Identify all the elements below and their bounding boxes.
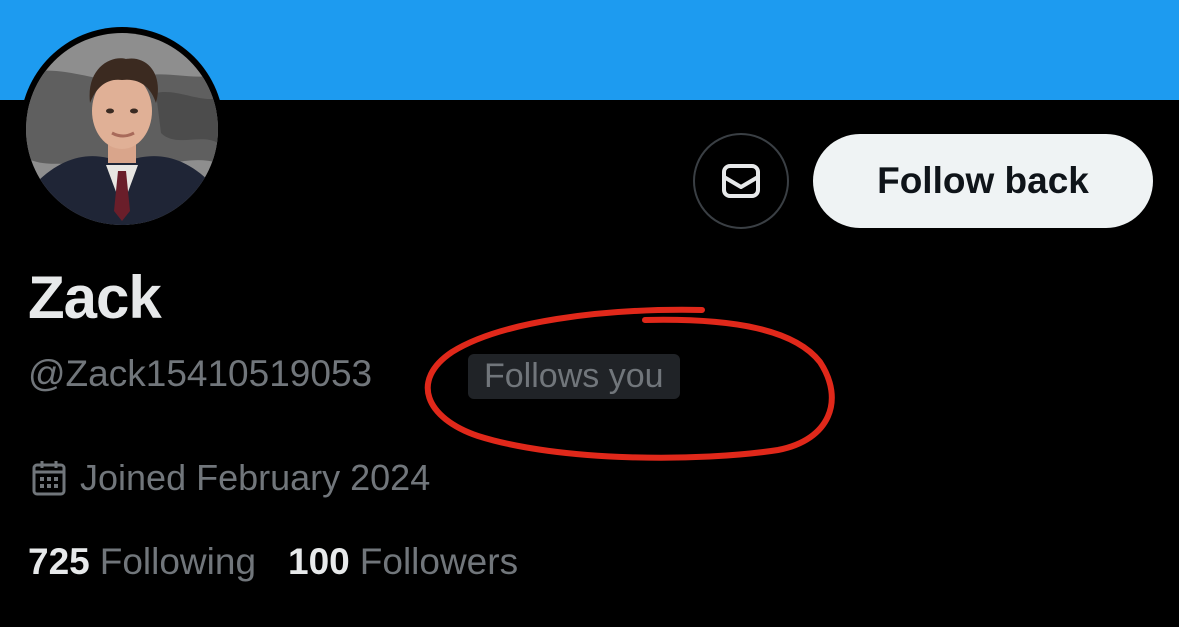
followers-count: 100	[288, 541, 350, 582]
follows-you-badge: Follows you	[468, 354, 680, 399]
following-label: Following	[99, 541, 257, 582]
avatar-photo	[26, 33, 218, 225]
envelope-icon	[722, 164, 760, 198]
message-button[interactable]	[693, 133, 789, 229]
followers-link[interactable]: 100 Followers	[288, 538, 518, 586]
follow-back-button[interactable]: Follow back	[813, 134, 1153, 228]
followers-label: Followers	[359, 541, 519, 582]
join-date: Joined February 2024	[32, 454, 430, 502]
following-count: 725	[28, 541, 90, 582]
profile-page: Follow back Zack @Zack15410519053 Follow…	[0, 0, 1179, 627]
user-handle: @Zack15410519053	[28, 353, 373, 394]
avatar[interactable]	[20, 27, 224, 231]
join-date-text: Joined February 2024	[80, 457, 431, 498]
following-link[interactable]: 725 Following	[28, 538, 256, 586]
calendar-icon	[32, 461, 66, 496]
display-name: Zack	[28, 264, 162, 331]
follow-stats: 725 Following 100 Followers	[28, 538, 518, 586]
